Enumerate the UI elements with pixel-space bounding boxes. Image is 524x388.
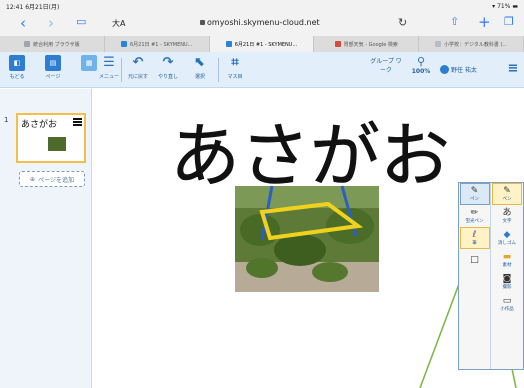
morning-glory-photo[interactable] (235, 185, 379, 292)
handwritten-text: あさがお (170, 115, 451, 198)
tool-label: 小作品 (500, 307, 514, 312)
shape-icon: □ (470, 255, 479, 265)
folder-icon: ▬ (502, 252, 512, 262)
shape-tool-button[interactable]: □ (460, 249, 490, 271)
highlighter-tool-button[interactable]: ✏ 蛍光ペン (460, 205, 490, 227)
tool-label: 筆 (472, 241, 477, 246)
tool-label: 素材 (502, 263, 512, 268)
text-tool-button[interactable]: あ 文字 (492, 205, 522, 227)
pen-icon: ✎ (470, 186, 479, 196)
pen-type-column: ✎ ペン ✏ 蛍光ペン ℓ 筆 □ (459, 183, 492, 369)
text-icon: あ (502, 208, 512, 218)
pen-icon: ✎ (503, 186, 511, 196)
tool-label: 消しゴム (498, 241, 516, 246)
tool-label: ペン (470, 197, 479, 202)
tool-label: 蛍光ペン (465, 219, 484, 224)
pen-main-button[interactable]: ✎ ペン (492, 183, 522, 205)
eraser-icon: ◆ (503, 230, 511, 240)
highlighter-icon: ✏ (470, 208, 479, 218)
main-tool-column: ✎ ペン あ 文字 ◆ 消しゴム ▬ 素材 ◙ 撮影 ▭ 小作品 (491, 183, 523, 369)
tool-label: 撮影 (502, 285, 512, 290)
doc-icon: ▭ (502, 296, 512, 306)
material-tool-button[interactable]: ▬ 素材 (492, 249, 522, 271)
camera-tool-button[interactable]: ◙ 撮影 (492, 271, 522, 293)
camera-icon: ◙ (502, 274, 512, 284)
tool-label: 文字 (502, 219, 512, 224)
handwriting-strokes: あさがお (170, 115, 450, 197)
work-tool-button[interactable]: ▭ 小作品 (492, 293, 522, 315)
eraser-tool-button[interactable]: ◆ 消しゴム (492, 227, 522, 249)
tool-palette: ✎ ペン ✏ 蛍光ペン ℓ 筆 □ ✎ ペン あ 文字 ◆ 消しゴム ▬ 素材 (458, 182, 524, 370)
tool-label: ペン (502, 197, 512, 202)
brush-tool-button[interactable]: ℓ 筆 (459, 227, 490, 249)
pen-tool-button[interactable]: ✎ ペン (459, 183, 490, 205)
brush-icon: ℓ (472, 230, 477, 240)
